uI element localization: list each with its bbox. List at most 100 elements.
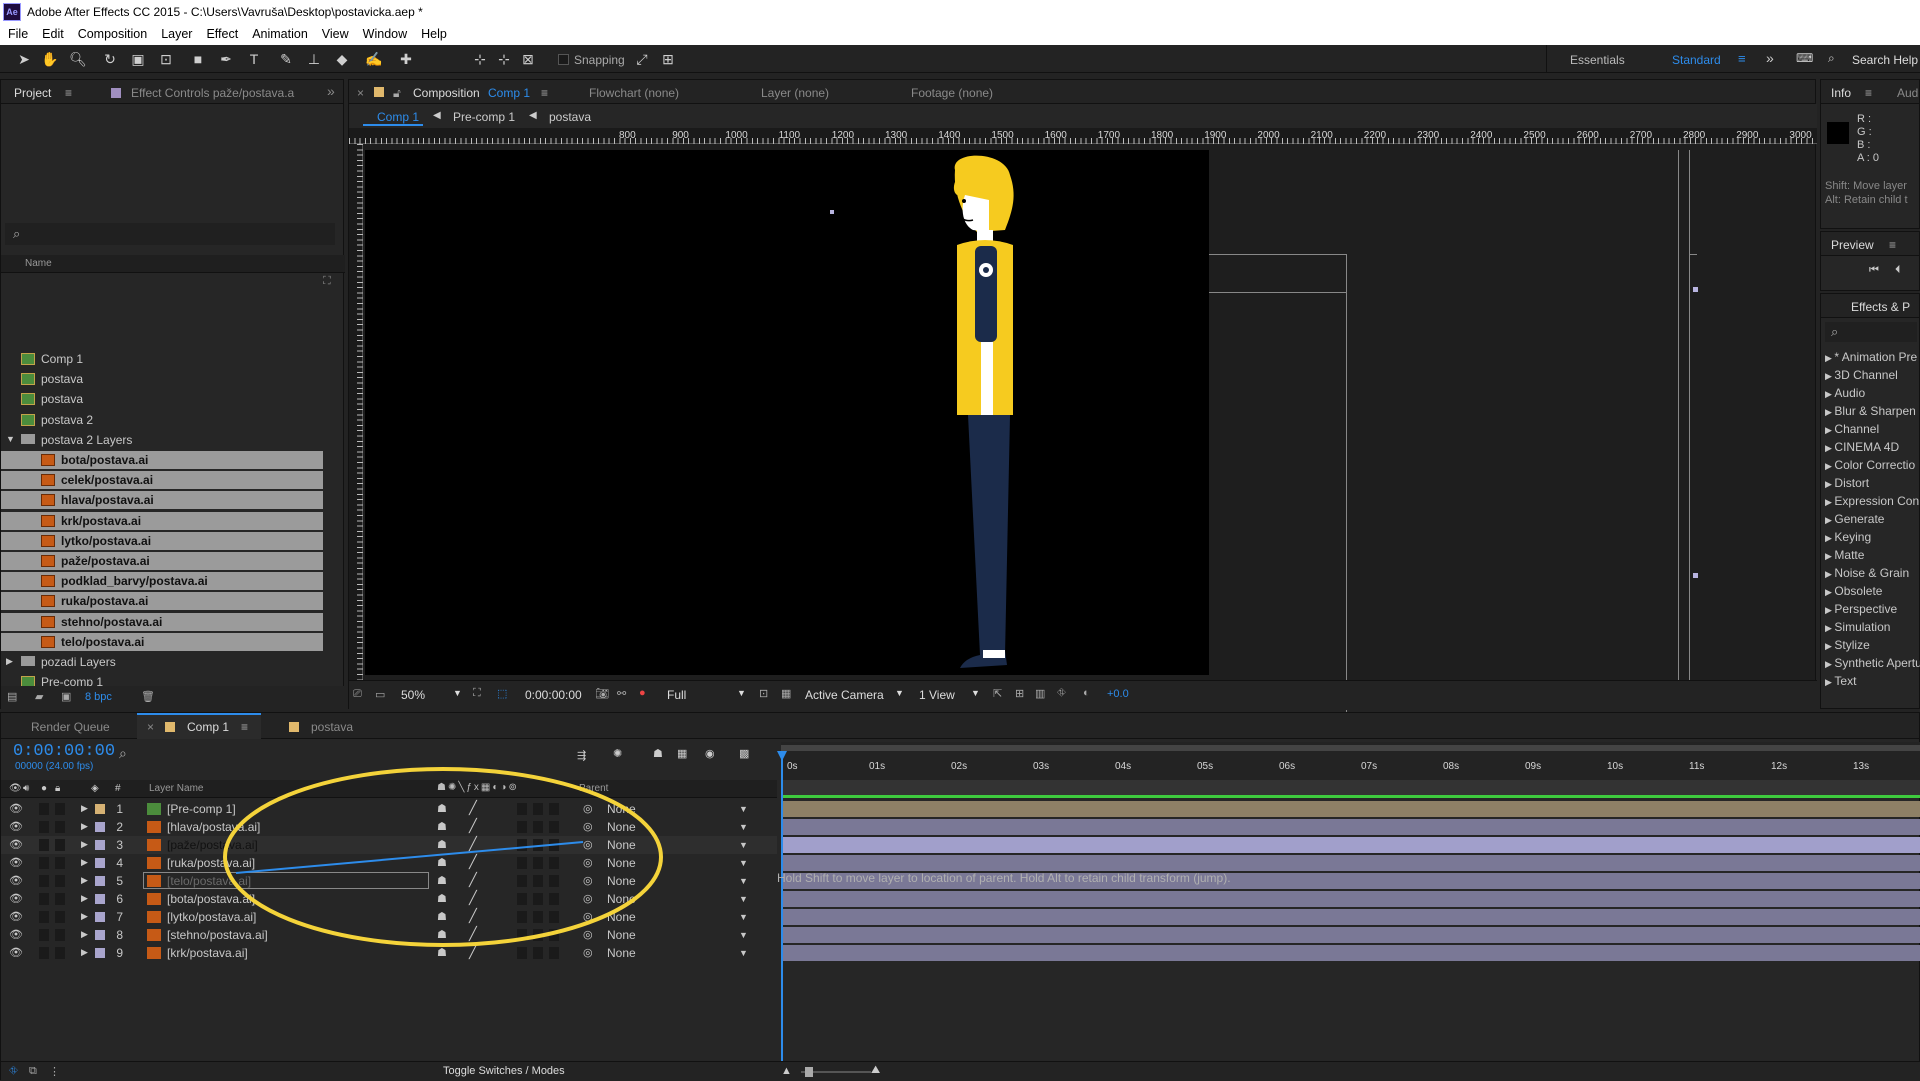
layer-name[interactable]: [paže/postava.ai] xyxy=(167,838,258,852)
tab-composition[interactable]: Composition xyxy=(413,86,480,100)
chevron-right-icon[interactable]: ▶ xyxy=(81,857,88,868)
effects-category[interactable]: ▶ 3D Channel xyxy=(1825,368,1898,382)
bit-depth-button[interactable]: 8 bpc xyxy=(85,691,112,703)
project-search[interactable]: ⌕ xyxy=(5,223,335,245)
shy-toggle-icon[interactable]: ☗ xyxy=(437,802,447,815)
motion-blur-toggle[interactable] xyxy=(549,821,559,833)
pick-whip-icon[interactable]: ◎ xyxy=(583,946,593,959)
close-tab-icon[interactable]: × xyxy=(147,720,154,734)
parent-select[interactable]: None xyxy=(607,946,636,960)
more-workspaces-icon[interactable]: » xyxy=(1766,50,1774,66)
breadcrumb-comp1[interactable]: Comp 1 xyxy=(377,110,419,124)
frame-blending-icon[interactable]: ▦ xyxy=(677,747,687,760)
layer-duration-bar[interactable] xyxy=(783,837,1920,853)
effects-category[interactable]: ▶ Color Correctio xyxy=(1825,458,1915,472)
eye-icon[interactable]: 👁︎ xyxy=(9,928,23,941)
col-name[interactable]: Name xyxy=(25,258,52,269)
blend-toggle[interactable] xyxy=(533,821,543,833)
character-artwork[interactable] xyxy=(365,150,1209,675)
project-item[interactable]: Comp 1 xyxy=(1,350,323,368)
new-comp-icon[interactable]: ▣ xyxy=(61,690,71,703)
chevron-right-icon[interactable]: ▶ xyxy=(81,929,88,940)
chevron-down-icon[interactable]: ▼ xyxy=(739,840,748,850)
eraser-tool-icon[interactable]: ◆ xyxy=(332,49,352,69)
effects-category[interactable]: ▶ CINEMA 4D xyxy=(1825,440,1899,454)
project-item[interactable]: hlava/postava.ai xyxy=(1,491,323,510)
solo-toggle[interactable] xyxy=(39,911,49,923)
effect-toggle[interactable] xyxy=(517,911,527,923)
zoom-slider-handle[interactable] xyxy=(805,1067,813,1077)
chevron-down-icon[interactable]: ▼ xyxy=(453,688,462,698)
chevron-down-icon[interactable]: ▼ xyxy=(739,822,748,832)
layer-name[interactable]: [stehno/postava.ai] xyxy=(167,928,268,942)
motion-blur-toggle[interactable] xyxy=(549,947,559,959)
chevron-down-icon[interactable]: ▼ xyxy=(739,858,748,868)
shy-toggle-icon[interactable]: ☗ xyxy=(437,892,447,905)
table-row[interactable]: 👁︎ ▶ 3 [paže/postava.ai] ☗ ╱ ◎ None ▼ xyxy=(1,836,777,854)
workspace-menu-icon[interactable]: ≡ xyxy=(1738,51,1746,66)
project-item[interactable]: celek/postava.ai xyxy=(1,471,323,490)
tab-comp-name[interactable]: Comp 1 xyxy=(488,86,530,100)
parent-select[interactable]: None xyxy=(607,928,636,942)
toggle-pixel-aspect-icon[interactable]: ⇱ xyxy=(993,687,1002,700)
fast-previews-icon[interactable]: ⊡ xyxy=(759,687,768,700)
effects-category[interactable]: ▶ Stylize xyxy=(1825,638,1870,652)
motion-blur-toggle[interactable] xyxy=(549,929,559,941)
draft-3d-icon[interactable]: ✺ xyxy=(613,747,622,760)
shy-toggle-icon[interactable]: ☗ xyxy=(437,946,447,959)
menu-edit[interactable]: Edit xyxy=(42,27,64,41)
quality-toggle-icon[interactable]: ╱ xyxy=(469,926,477,942)
project-item[interactable]: lytko/postava.ai xyxy=(1,531,323,550)
new-folder-icon[interactable]: ▰ xyxy=(35,690,43,703)
hand-tool-icon[interactable]: ✋ xyxy=(40,49,60,69)
trash-icon[interactable]: 🗑︎ xyxy=(141,690,155,703)
zoom-tool-icon[interactable]: 🔍︎ xyxy=(68,49,88,69)
reset-exposure-icon[interactable]: ◐ xyxy=(1083,687,1090,699)
transparency-grid-icon[interactable]: ▦ xyxy=(781,687,791,700)
chevron-down-icon[interactable]: ▼ xyxy=(739,894,748,904)
quality-toggle-icon[interactable]: ╱ xyxy=(469,818,477,834)
type-tool-icon[interactable]: T xyxy=(244,49,264,69)
menu-composition[interactable]: Composition xyxy=(78,27,147,41)
motion-blur-toggle[interactable] xyxy=(549,911,559,923)
solo-toggle[interactable] xyxy=(39,803,49,815)
chevron-right-icon[interactable]: ▶ xyxy=(81,947,88,958)
project-item[interactable]: postava xyxy=(1,370,323,388)
tab-render-queue[interactable]: Render Queue xyxy=(31,720,110,734)
layer-duration-bar[interactable] xyxy=(783,891,1920,907)
layer-duration-bar[interactable] xyxy=(783,927,1920,943)
effect-toggle[interactable] xyxy=(517,875,527,887)
blend-toggle[interactable] xyxy=(533,893,543,905)
eye-icon[interactable]: 👁︎ xyxy=(9,820,23,833)
effects-category[interactable]: ▶ Matte xyxy=(1825,548,1864,562)
lock-toggle[interactable] xyxy=(55,857,65,869)
view-layout-select[interactable]: 1 View xyxy=(919,688,955,702)
lock-toggle[interactable] xyxy=(55,893,65,905)
parent-select[interactable]: None xyxy=(607,874,636,888)
table-row[interactable]: 👁︎ ▶ 2 [hlava/postava.ai] ☗ ╱ ◎ None ▼ xyxy=(1,818,777,836)
project-item[interactable]: stehno/postava.ai xyxy=(1,612,323,631)
layer-duration-bar[interactable] xyxy=(783,945,1920,961)
zoom-out-icon[interactable]: ▲ xyxy=(781,1065,792,1077)
solo-toggle[interactable] xyxy=(39,929,49,941)
breadcrumb-postava[interactable]: postava xyxy=(549,110,591,124)
solo-toggle[interactable] xyxy=(39,875,49,887)
axis-view-icon[interactable]: ⊠ xyxy=(518,49,538,69)
pen-tool-icon[interactable]: ✒ xyxy=(216,49,236,69)
solo-toggle[interactable] xyxy=(39,947,49,959)
tab-flowchart[interactable]: Flowchart (none) xyxy=(589,86,679,100)
timeline-icon[interactable]: ▥ xyxy=(1035,687,1045,700)
previous-frame-icon[interactable]: ⏴ xyxy=(1895,264,1901,277)
tab-preview[interactable]: Preview xyxy=(1831,238,1874,252)
menu-layer[interactable]: Layer xyxy=(161,27,192,41)
blend-toggle[interactable] xyxy=(533,929,543,941)
always-preview-icon[interactable]: ⎚ xyxy=(353,688,362,701)
channel-icon[interactable]: ● xyxy=(639,687,646,699)
effect-toggle[interactable] xyxy=(517,821,527,833)
blend-toggle[interactable] xyxy=(533,875,543,887)
label-color-swatch[interactable] xyxy=(95,840,105,850)
parent-select[interactable]: None xyxy=(607,910,636,924)
effect-toggle[interactable] xyxy=(517,803,527,815)
effects-category[interactable]: ▶ Expression Con xyxy=(1825,494,1919,508)
col-parent[interactable]: Parent xyxy=(579,783,608,794)
